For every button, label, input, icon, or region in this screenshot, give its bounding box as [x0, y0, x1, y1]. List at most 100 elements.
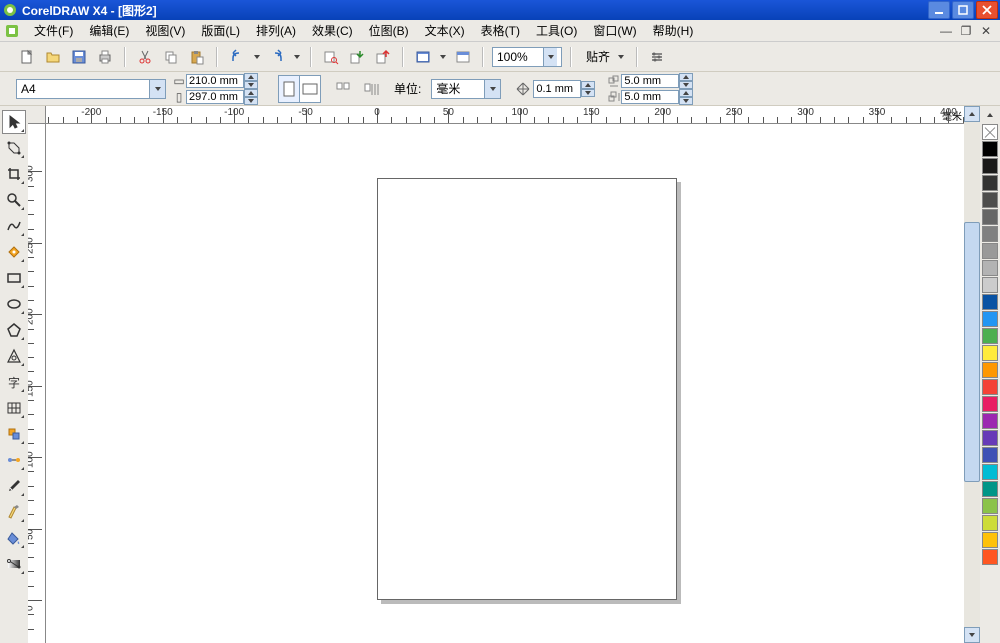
menu-effects[interactable]: 效果(C): [304, 20, 361, 41]
dup-y-input[interactable]: [621, 90, 679, 104]
color-swatch[interactable]: [982, 175, 998, 191]
scroll-down[interactable]: [964, 627, 980, 643]
palette-up[interactable]: [982, 108, 998, 122]
undo-button[interactable]: [226, 46, 248, 68]
vertical-ruler[interactable]: 300250200150100500: [28, 124, 46, 643]
all-pages-button[interactable]: [332, 78, 354, 100]
dimension-tool[interactable]: [2, 422, 26, 446]
import-button[interactable]: [346, 46, 368, 68]
dup-x-down[interactable]: [679, 81, 693, 89]
nudge-down[interactable]: [581, 89, 595, 97]
color-swatch[interactable]: [982, 260, 998, 276]
menu-file[interactable]: 文件(F): [26, 20, 81, 41]
color-swatch[interactable]: [982, 141, 998, 157]
cut-button[interactable]: [134, 46, 156, 68]
scroll-thumb[interactable]: [964, 222, 980, 482]
color-swatch[interactable]: [982, 515, 998, 531]
page-width-input[interactable]: [186, 74, 244, 88]
menu-help[interactable]: 帮助(H): [645, 20, 702, 41]
color-swatch[interactable]: [982, 192, 998, 208]
color-swatch[interactable]: [982, 532, 998, 548]
zoom-selector[interactable]: 100%: [492, 47, 562, 67]
width-up[interactable]: [244, 73, 258, 81]
app-launcher-dropdown[interactable]: [438, 46, 448, 68]
dup-x-up[interactable]: [679, 73, 693, 81]
width-down[interactable]: [244, 81, 258, 89]
color-swatch[interactable]: [982, 294, 998, 310]
search-content-button[interactable]: [320, 46, 342, 68]
table-tool[interactable]: [2, 396, 26, 420]
menu-edit[interactable]: 编辑(E): [81, 20, 137, 41]
doc-minimize-button[interactable]: —: [938, 24, 954, 38]
pick-tool[interactable]: [2, 110, 26, 134]
doc-close-button[interactable]: ✕: [978, 24, 994, 38]
horizontal-ruler[interactable]: 毫米-250-200-150-100-500501001502002503003…: [46, 106, 964, 124]
save-button[interactable]: [68, 46, 90, 68]
zoom-tool[interactable]: [2, 188, 26, 212]
color-swatch[interactable]: [982, 226, 998, 242]
color-swatch[interactable]: [982, 413, 998, 429]
no-color-swatch[interactable]: [982, 124, 998, 140]
dup-y-down[interactable]: [679, 97, 693, 105]
rectangle-tool[interactable]: [2, 266, 26, 290]
height-down[interactable]: [244, 97, 258, 105]
undo-dropdown[interactable]: [252, 46, 262, 68]
snap-dropdown[interactable]: [614, 48, 628, 66]
redo-dropdown[interactable]: [292, 46, 302, 68]
color-swatch[interactable]: [982, 447, 998, 463]
app-launcher-button[interactable]: [412, 46, 434, 68]
color-swatch[interactable]: [982, 362, 998, 378]
smart-fill-tool[interactable]: [2, 240, 26, 264]
menu-layout[interactable]: 版面(L): [193, 20, 248, 41]
color-swatch[interactable]: [982, 328, 998, 344]
freehand-tool[interactable]: [2, 214, 26, 238]
open-button[interactable]: [42, 46, 64, 68]
color-swatch[interactable]: [982, 311, 998, 327]
options-button[interactable]: [646, 46, 668, 68]
menu-window[interactable]: 窗口(W): [585, 20, 644, 41]
scroll-track[interactable]: [964, 122, 980, 627]
nudge-input[interactable]: [533, 80, 581, 98]
fill-tool[interactable]: [2, 526, 26, 550]
menu-text[interactable]: 文本(X): [417, 20, 473, 41]
units-selector[interactable]: 毫米: [431, 79, 501, 99]
color-swatch[interactable]: [982, 277, 998, 293]
ellipse-tool[interactable]: [2, 292, 26, 316]
menu-tools[interactable]: 工具(O): [528, 20, 585, 41]
color-swatch[interactable]: [982, 243, 998, 259]
vertical-scrollbar[interactable]: [964, 106, 980, 643]
page-height-input[interactable]: [186, 90, 244, 104]
scroll-up[interactable]: [964, 106, 980, 122]
color-swatch[interactable]: [982, 345, 998, 361]
text-tool[interactable]: 字: [2, 370, 26, 394]
canvas[interactable]: [46, 124, 964, 643]
dup-y-up[interactable]: [679, 89, 693, 97]
height-up[interactable]: [244, 89, 258, 97]
color-swatch[interactable]: [982, 498, 998, 514]
menu-bitmaps[interactable]: 位图(B): [361, 20, 417, 41]
menu-view[interactable]: 视图(V): [137, 20, 193, 41]
polygon-tool[interactable]: [2, 318, 26, 342]
doc-restore-button[interactable]: ❐: [958, 24, 974, 38]
color-swatch[interactable]: [982, 549, 998, 565]
welcome-screen-button[interactable]: [452, 46, 474, 68]
copy-button[interactable]: [160, 46, 182, 68]
color-swatch[interactable]: [982, 481, 998, 497]
print-button[interactable]: [94, 46, 116, 68]
redo-button[interactable]: [266, 46, 288, 68]
interactive-fill-tool[interactable]: [2, 552, 26, 576]
nudge-up[interactable]: [581, 81, 595, 89]
paper-size-selector[interactable]: A4: [16, 79, 166, 99]
color-swatch[interactable]: [982, 430, 998, 446]
minimize-button[interactable]: [928, 1, 950, 19]
close-button[interactable]: [976, 1, 998, 19]
color-swatch[interactable]: [982, 464, 998, 480]
basic-shapes-tool[interactable]: [2, 344, 26, 368]
maximize-button[interactable]: [952, 1, 974, 19]
eyedropper-tool[interactable]: [2, 474, 26, 498]
color-swatch[interactable]: [982, 209, 998, 225]
ruler-origin[interactable]: [28, 106, 46, 124]
menu-arrange[interactable]: 排列(A): [248, 20, 304, 41]
color-swatch[interactable]: [982, 158, 998, 174]
menu-table[interactable]: 表格(T): [473, 20, 528, 41]
